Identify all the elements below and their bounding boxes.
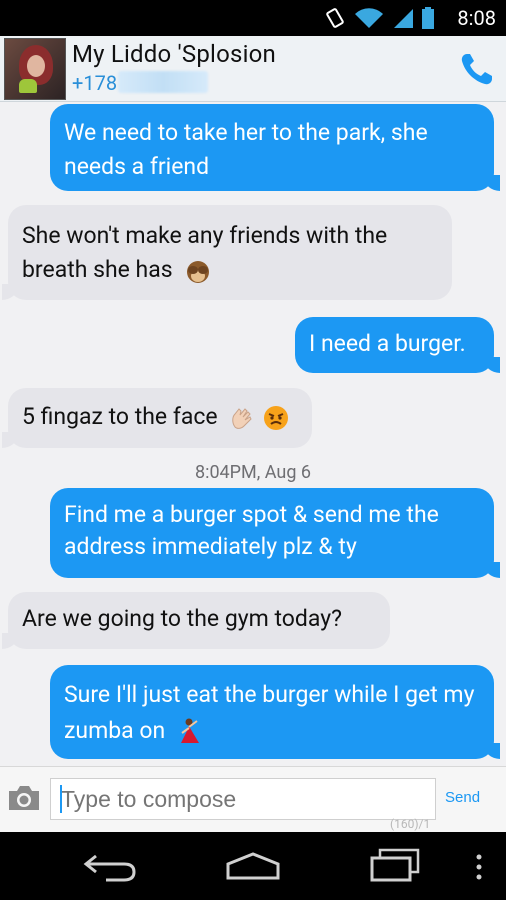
signal-icon — [394, 9, 413, 28]
message-bubble-outgoing[interactable]: We need to take her to the park, she nee… — [50, 104, 500, 191]
dancer-icon — [180, 718, 199, 743]
message-bubble-incoming[interactable]: She won't make any friends with the brea… — [2, 205, 452, 300]
navigation-bar — [0, 832, 506, 900]
status-bar: 8:08 — [0, 0, 506, 36]
contact-number: +178 — [72, 71, 118, 95]
message-input[interactable] — [50, 778, 436, 820]
text-caret — [60, 785, 62, 813]
back-icon[interactable] — [82, 848, 140, 884]
message-bubble-outgoing[interactable]: Sure I'll just eat the burger while I ge… — [50, 665, 500, 759]
vibrate-icon — [326, 8, 344, 28]
message-text: I need a burger. — [309, 330, 466, 357]
message-bubble-outgoing[interactable]: I need a burger. — [295, 317, 500, 373]
contact-avatar[interactable] — [4, 38, 66, 100]
message-bubble-outgoing[interactable]: Find me a burger spot & send me the addr… — [50, 488, 500, 578]
send-button[interactable]: Send — [445, 789, 480, 806]
wifi-icon — [355, 8, 383, 29]
character-counter: (160)/1 — [390, 817, 431, 831]
message-text: Find me a burger spot & send me the addr… — [64, 501, 439, 560]
camera-icon[interactable] — [6, 783, 42, 813]
recent-apps-icon[interactable] — [368, 846, 422, 884]
waving-hand-icon — [232, 408, 252, 429]
message-text: We need to take her to the park, she nee… — [64, 119, 428, 180]
status-time: 8:08 — [457, 6, 496, 30]
status-icons — [324, 6, 434, 30]
message-bubble-incoming[interactable]: 5 fingaz to the face — [2, 388, 312, 448]
overflow-menu-icon[interactable] — [474, 854, 484, 880]
phone-call-icon[interactable] — [458, 50, 496, 88]
conversation-header: My Liddo 'Splosion +178 — [0, 36, 506, 102]
contact-name: My Liddo 'Splosion — [72, 40, 276, 68]
redacted-number — [118, 71, 208, 93]
android-icon — [19, 79, 37, 93]
message-text: 5 fingaz to the face — [22, 403, 218, 430]
message-bubble-incoming[interactable]: Are we going to the gym today? — [2, 592, 390, 649]
message-timestamp: 8:04PM, Aug 6 — [194, 462, 312, 483]
battery-icon — [422, 7, 434, 29]
message-text: Sure I'll just eat the burger while I ge… — [64, 681, 475, 744]
message-text: Are we going to the gym today? — [22, 605, 342, 632]
monkey-see-no-evil-icon — [187, 260, 210, 283]
message-list[interactable]: We need to take her to the park, she nee… — [0, 102, 506, 766]
compose-bar: (160)/1 Send — [0, 766, 506, 832]
home-icon[interactable] — [224, 850, 282, 882]
angry-face-icon — [264, 405, 289, 430]
